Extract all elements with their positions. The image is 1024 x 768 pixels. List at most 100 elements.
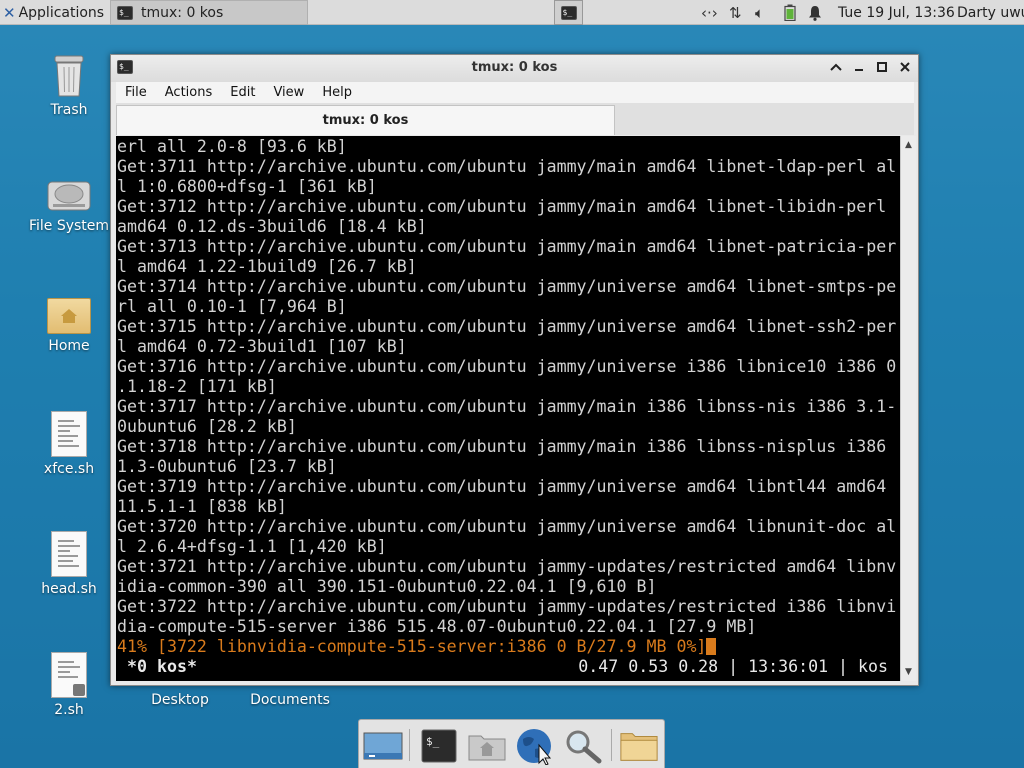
folder-icon xyxy=(620,733,658,761)
terminal-line: l amd64 1.22-1build9 [26.7 kB] xyxy=(117,257,417,276)
file-manager-icon xyxy=(468,735,506,761)
apt-progress-line: 41% [3722 libnvidia-compute-515-server:i… xyxy=(117,637,900,657)
show-desktop-button[interactable] xyxy=(363,727,403,765)
title-bar[interactable]: $_ tmux: 0 kos xyxy=(111,55,918,82)
tab-tmux[interactable]: tmux: 0 kos xyxy=(116,105,615,135)
terminal-line: Get:3711 http://archive.ubuntu.com/ubunt… xyxy=(117,157,897,176)
script-file-icon xyxy=(51,652,87,698)
desktop-icon-desktop[interactable]: Desktop xyxy=(130,686,230,708)
terminal-line: l 2.6.4+dfsg-1.1 [1,420 kB] xyxy=(117,537,387,556)
desktop-icon-file-system[interactable]: File System xyxy=(19,178,119,234)
desktop-icon-label: Desktop xyxy=(151,692,209,708)
terminal-line: Get:3712 http://archive.ubuntu.com/ubunt… xyxy=(117,197,887,216)
scroll-up-arrow-icon[interactable]: ▲ xyxy=(901,138,916,152)
apt-progress-text: 41% [3722 libnvidia-compute-515-server:i… xyxy=(117,637,707,656)
terminal-line: idia-common-390 all 390.151-0ubuntu0.22.… xyxy=(117,577,657,596)
terminal-line: l amd64 0.72-3build1 [107 kB] xyxy=(117,337,407,356)
terminal-line: Get:3721 http://archive.ubuntu.com/ubunt… xyxy=(117,557,897,576)
terminal-line: dia-compute-515-server i386 515.48.07-0u… xyxy=(117,617,757,636)
terminal-cursor xyxy=(706,638,717,655)
taskbar-item-label: tmux: 0 kos xyxy=(141,4,224,21)
close-button[interactable] xyxy=(896,59,914,77)
notification-bell-icon[interactable] xyxy=(808,0,822,25)
terminal-line: Get:3717 http://archive.ubuntu.com/ubunt… xyxy=(117,397,897,416)
window-shade-button[interactable] xyxy=(827,59,845,77)
hard-drive-icon xyxy=(47,178,91,214)
terminal-launcher[interactable]: $_ xyxy=(419,727,459,765)
network-icon[interactable]: ‹·› xyxy=(701,0,718,25)
clock[interactable]: Tue 19 Jul, 13:36 xyxy=(838,0,955,25)
tmux-status-bar: *0 kos* 0.47 0.53 0.28 | 13:36:01 | kos xyxy=(117,657,900,677)
menu-help[interactable]: Help xyxy=(313,85,361,100)
dock-panel: $_ xyxy=(358,719,665,768)
desktop-icon-head-sh[interactable]: head.sh xyxy=(19,531,119,597)
menu-view[interactable]: View xyxy=(264,85,313,100)
terminal-icon: $_ xyxy=(421,729,457,763)
trash-icon xyxy=(52,54,86,98)
maximize-button[interactable] xyxy=(873,59,891,77)
desktop-icon-label: head.sh xyxy=(41,581,97,597)
desktop-icon-label: Home xyxy=(48,338,90,354)
applications-menu-button[interactable]: ✕ Applications xyxy=(0,0,107,25)
terminal-line: l 1:0.6800+dfsg-1 [361 kB] xyxy=(117,177,377,196)
desktop-icon-home[interactable]: Home xyxy=(19,298,119,354)
tmux-window-list[interactable]: *0 kos* xyxy=(117,657,197,677)
volume-icon[interactable]: 🔈︎ xyxy=(755,0,764,25)
menu-bar: File Actions Edit View Help xyxy=(116,82,914,103)
terminal-line: 1.3-0ubuntu6 [23.7 kB] xyxy=(117,457,337,476)
desktop-icon-label: 2.sh xyxy=(54,702,84,718)
desktop-icon-label: xfce.sh xyxy=(43,461,95,477)
tmux-status-right: 0.47 0.53 0.28 | 13:36:01 | kos xyxy=(578,657,888,676)
menu-edit[interactable]: Edit xyxy=(221,85,264,100)
terminal-line: 11.5.1-1 [838 kB] xyxy=(117,497,287,516)
taskbar-item-tmux[interactable]: $_ tmux: 0 kos xyxy=(110,0,308,25)
xfce-logo-icon: ✕ xyxy=(3,3,16,22)
scroll-down-arrow-icon[interactable]: ▼ xyxy=(901,665,916,679)
desktop-icon-label: Documents xyxy=(250,692,330,708)
applications-label: Applications xyxy=(18,4,105,21)
desktop-icon-documents[interactable]: Documents xyxy=(240,686,340,708)
search-icon xyxy=(566,730,602,764)
top-panel: ✕ Applications $_ tmux: 0 kos $_ ‹·› ⇅ 🔈… xyxy=(0,0,1024,25)
menu-file[interactable]: File xyxy=(116,85,156,100)
terminal-line: Get:3722 http://archive.ubuntu.com/ubunt… xyxy=(117,597,897,616)
desktop-icon-trash[interactable]: Trash xyxy=(19,54,119,118)
terminal-line: Get:3716 http://archive.ubuntu.com/ubunt… xyxy=(117,357,897,376)
desktop-icon-label: Trash xyxy=(50,102,88,118)
terminal-line: Get:3720 http://archive.ubuntu.com/ubunt… xyxy=(117,517,897,536)
terminal-line: rl all 0.10-1 [7,964 B] xyxy=(117,297,347,316)
terminal-output[interactable]: erl all 2.0-8 [93.6 kB] Get:3711 http://… xyxy=(116,136,900,681)
user-menu[interactable]: Darty uwu xyxy=(957,0,1024,25)
terminal-line: Get:3715 http://archive.ubuntu.com/ubunt… xyxy=(117,317,897,336)
file-manager-launcher[interactable] xyxy=(467,727,507,765)
terminal-line: 0ubuntu6 [28.2 kB] xyxy=(117,417,297,436)
terminal-line: erl all 2.0-8 [93.6 kB] xyxy=(117,137,347,156)
search-launcher[interactable] xyxy=(563,727,603,765)
terminal-line: Get:3713 http://archive.ubuntu.com/ubunt… xyxy=(117,237,897,256)
web-browser-launcher[interactable] xyxy=(515,727,555,765)
terminal-line: Get:3718 http://archive.ubuntu.com/ubunt… xyxy=(117,437,887,456)
terminal-scrollbar[interactable]: ▲ ▼ xyxy=(900,136,916,681)
terminal-line: .1.18-2 [171 kB] xyxy=(117,377,277,396)
tab-strip: tmux: 0 kos xyxy=(116,103,914,135)
terminal-line: Get:3714 http://archive.ubuntu.com/ubunt… xyxy=(117,277,897,296)
dock-separator xyxy=(409,729,410,761)
show-desktop-icon xyxy=(363,732,403,760)
terminal-window: $_ tmux: 0 kos File Actions Edit View He… xyxy=(110,54,919,686)
terminal-line: amd64 0.12.ds-3build6 [18.4 kB] xyxy=(117,217,427,236)
window-title: tmux: 0 kos xyxy=(471,60,558,75)
svg-text:$_: $_ xyxy=(426,735,440,748)
minimize-button[interactable] xyxy=(850,59,868,77)
home-folder-icon xyxy=(47,298,91,334)
desktop-icon-xfce-sh[interactable]: xfce.sh xyxy=(19,411,119,477)
desktop-icon-label: File System xyxy=(28,218,110,234)
folder-launcher[interactable] xyxy=(619,727,659,765)
battery-icon[interactable] xyxy=(784,0,796,25)
workspace-switcher[interactable]: $_ xyxy=(554,0,583,25)
script-file-icon xyxy=(51,411,87,457)
menu-actions[interactable]: Actions xyxy=(156,85,222,100)
terminal-icon: $_ xyxy=(117,5,133,20)
script-file-icon xyxy=(51,531,87,577)
desktop-icon-2-sh[interactable]: 2.sh xyxy=(19,652,119,718)
transfer-icon[interactable]: ⇅ xyxy=(729,0,742,25)
